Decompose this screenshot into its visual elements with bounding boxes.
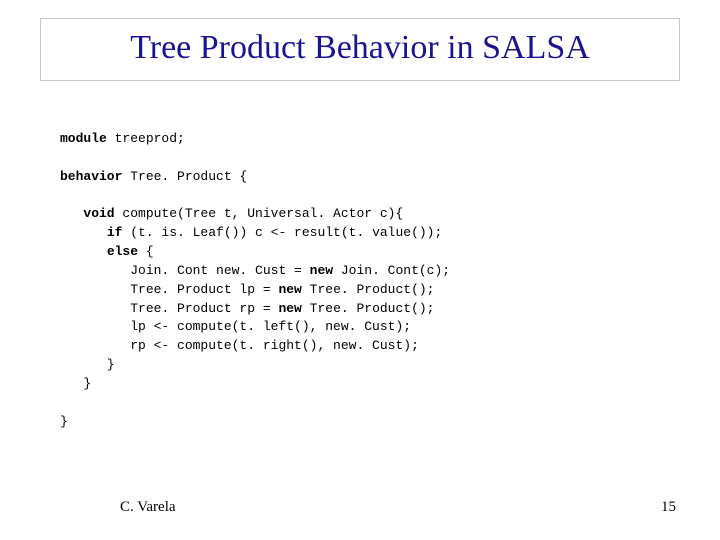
code-text: (t. is. Leaf()) c <- result(t. value()); (122, 225, 442, 240)
code-indent (60, 206, 83, 221)
code-text: lp <- compute(t. left(), new. Cust); (130, 319, 411, 334)
keyword-if: if (107, 225, 123, 240)
code-indent (60, 244, 107, 259)
code-text: Tree. Product(); (302, 282, 435, 297)
code-text: Join. Cont new. Cust = (130, 263, 309, 278)
code-text: Tree. Product(); (302, 301, 435, 316)
code-text: } (60, 414, 68, 429)
code-text: treeprod; (107, 131, 185, 146)
keyword-new: new (278, 282, 301, 297)
keyword-new: new (278, 301, 301, 316)
code-text: Tree. Product rp = (130, 301, 278, 316)
code-text: { (138, 244, 154, 259)
code-text: Tree. Product lp = (130, 282, 278, 297)
code-text: } (60, 376, 91, 391)
keyword-new: new (310, 263, 333, 278)
code-indent (60, 282, 130, 297)
keyword-else: else (107, 244, 138, 259)
code-indent (60, 263, 130, 278)
keyword-void: void (83, 206, 114, 221)
slide: Tree Product Behavior in SALSA module tr… (0, 0, 720, 540)
keyword-behavior: behavior (60, 169, 122, 184)
footer-page-number: 15 (661, 499, 676, 516)
code-indent (60, 338, 130, 353)
slide-title: Tree Product Behavior in SALSA (55, 29, 665, 66)
code-text: } (60, 357, 115, 372)
title-box: Tree Product Behavior in SALSA (40, 18, 680, 81)
code-text: compute(Tree t, Universal. Actor c){ (115, 206, 404, 221)
footer-author: C. Varela (120, 499, 176, 516)
code-text: Join. Cont(c); (333, 263, 450, 278)
code-text: rp <- compute(t. right(), new. Cust); (130, 338, 419, 353)
code-block: module treeprod; behavior Tree. Product … (60, 130, 660, 432)
code-text: Tree. Product { (122, 169, 247, 184)
code-indent (60, 225, 107, 240)
code-indent (60, 301, 130, 316)
code-indent (60, 319, 130, 334)
keyword-module: module (60, 131, 107, 146)
